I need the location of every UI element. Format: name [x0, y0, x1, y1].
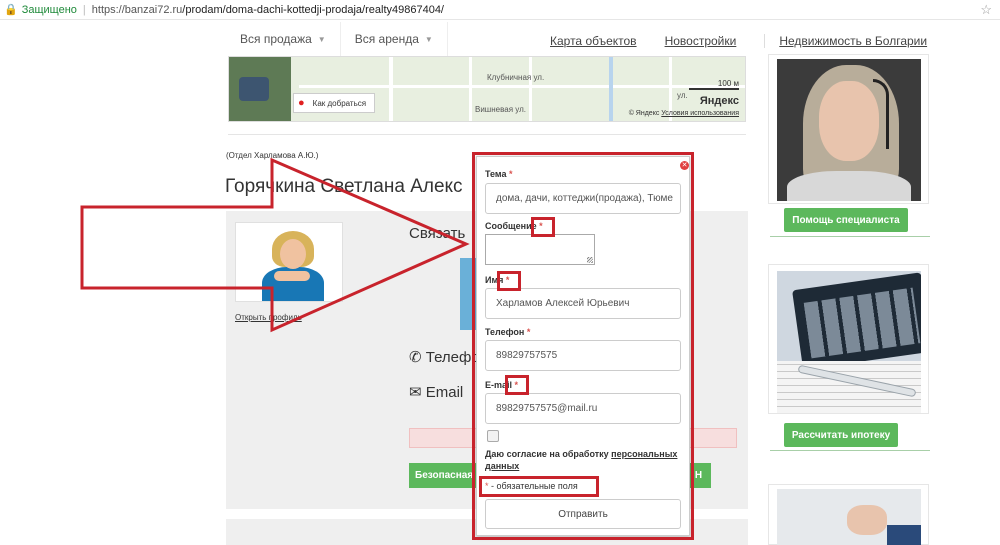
address-separator: | [82, 3, 86, 16]
url-path: /prodam/doma-dachi-kottedji-prodaja/real… [182, 3, 444, 16]
email-row: ✉ Email [409, 383, 463, 401]
sidebar-card-help [768, 54, 929, 204]
help-specialist-button[interactable]: Помощь специалиста [784, 208, 908, 232]
map-pin-icon: ● [298, 97, 305, 109]
map-road [389, 57, 393, 121]
calculate-mortgage-button[interactable]: Рассчитать ипотеку [784, 423, 898, 447]
contact-heading: Связать [409, 225, 466, 242]
nav-link-bulgaria[interactable]: Недвижимость в Болгарии [779, 34, 927, 48]
map-copyright: © Яндекс Условия использования [629, 110, 739, 117]
nav-all-rent-dropdown[interactable]: Вся аренда ▼ [341, 22, 448, 56]
map-terms-link[interactable]: Условия использования [661, 110, 739, 117]
agent-department: (Отдел Харламова А.Ю.) [226, 151, 319, 160]
email-label: Email [425, 384, 464, 401]
phone-icon: ✆ [409, 349, 422, 366]
photo-face [280, 239, 306, 269]
map-copyright-text: © Яндекс [628, 110, 660, 117]
url-host: https://banzai72.ru [91, 3, 183, 16]
photo-roof [887, 525, 921, 545]
url-text[interactable]: https://banzai72.ru/prodam/doma-dachi-ko… [92, 4, 444, 16]
sidebar-divider [770, 236, 930, 237]
map-river [609, 57, 613, 121]
map-road [299, 85, 745, 88]
agent-photo [235, 222, 343, 302]
map-route-label: Как добраться [312, 98, 367, 108]
envelope-icon: ✉ [409, 384, 422, 401]
secure-label: Защищено [21, 3, 77, 16]
map-scale: 100 м [689, 79, 739, 90]
agent-name: Горячкина Светлана Алекс [225, 176, 463, 197]
sidebar-divider [770, 450, 930, 451]
map-road [469, 57, 472, 121]
photo-face [819, 81, 879, 161]
phone-row: ✆ Телефо [409, 348, 480, 366]
chevron-down-icon: ▼ [317, 34, 326, 44]
map-route-button[interactable]: ● Как добраться [293, 93, 376, 113]
sidebar-card-house [768, 484, 929, 545]
open-profile-link[interactable]: Открыть профиль [235, 313, 302, 322]
photo-shirt [787, 171, 911, 201]
yandex-logo: Яндекс [699, 95, 739, 107]
house-photo [777, 489, 921, 545]
annotation-required-note [479, 476, 599, 497]
yandex-map[interactable]: Клубничная ул. Вишневая ул. ул. ● Как до… [228, 56, 746, 122]
nav-divider [764, 34, 766, 48]
annotation-message-star [531, 217, 555, 237]
nav-all-rent-label: Вся аренда [354, 32, 419, 46]
headset-icon [873, 79, 889, 149]
safe-deal-button[interactable]: Безопасная с [409, 463, 479, 488]
specialist-photo [777, 59, 921, 201]
map-street-label: ул. [677, 91, 688, 100]
calculator-photo [777, 271, 921, 413]
nav-link-objects-map[interactable]: Карта объектов [550, 34, 637, 48]
nav-links: Карта объектов Новостройки Недвижимость … [550, 34, 955, 48]
nav-link-new-buildings[interactable]: Новостройки [665, 34, 737, 48]
nav-all-sale-dropdown[interactable]: Вся продажа ▼ [226, 22, 341, 56]
photo-arms [274, 271, 310, 281]
page: 🔒 Защищено | https://banzai72.ru/prodam/… [0, 0, 1000, 545]
map-road [529, 57, 532, 121]
photo-hand [847, 505, 887, 535]
lock-icon: 🔒 [4, 4, 18, 16]
nav-all-sale-label: Вся продажа [240, 32, 312, 46]
map-street-label: Клубничная ул. [487, 73, 545, 82]
bookmark-star-icon[interactable]: ☆ [980, 2, 992, 18]
chevron-down-icon: ▼ [424, 34, 433, 44]
divider [228, 134, 746, 135]
annotation-name-star [497, 271, 521, 291]
address-bar[interactable]: 🔒 Защищено | https://banzai72.ru/prodam/… [0, 0, 1000, 20]
map-street-label: Вишневая ул. [475, 105, 526, 114]
satellite-preview[interactable] [229, 57, 291, 121]
sidebar-card-mortgage [768, 264, 929, 414]
annotation-email-star [505, 375, 529, 395]
